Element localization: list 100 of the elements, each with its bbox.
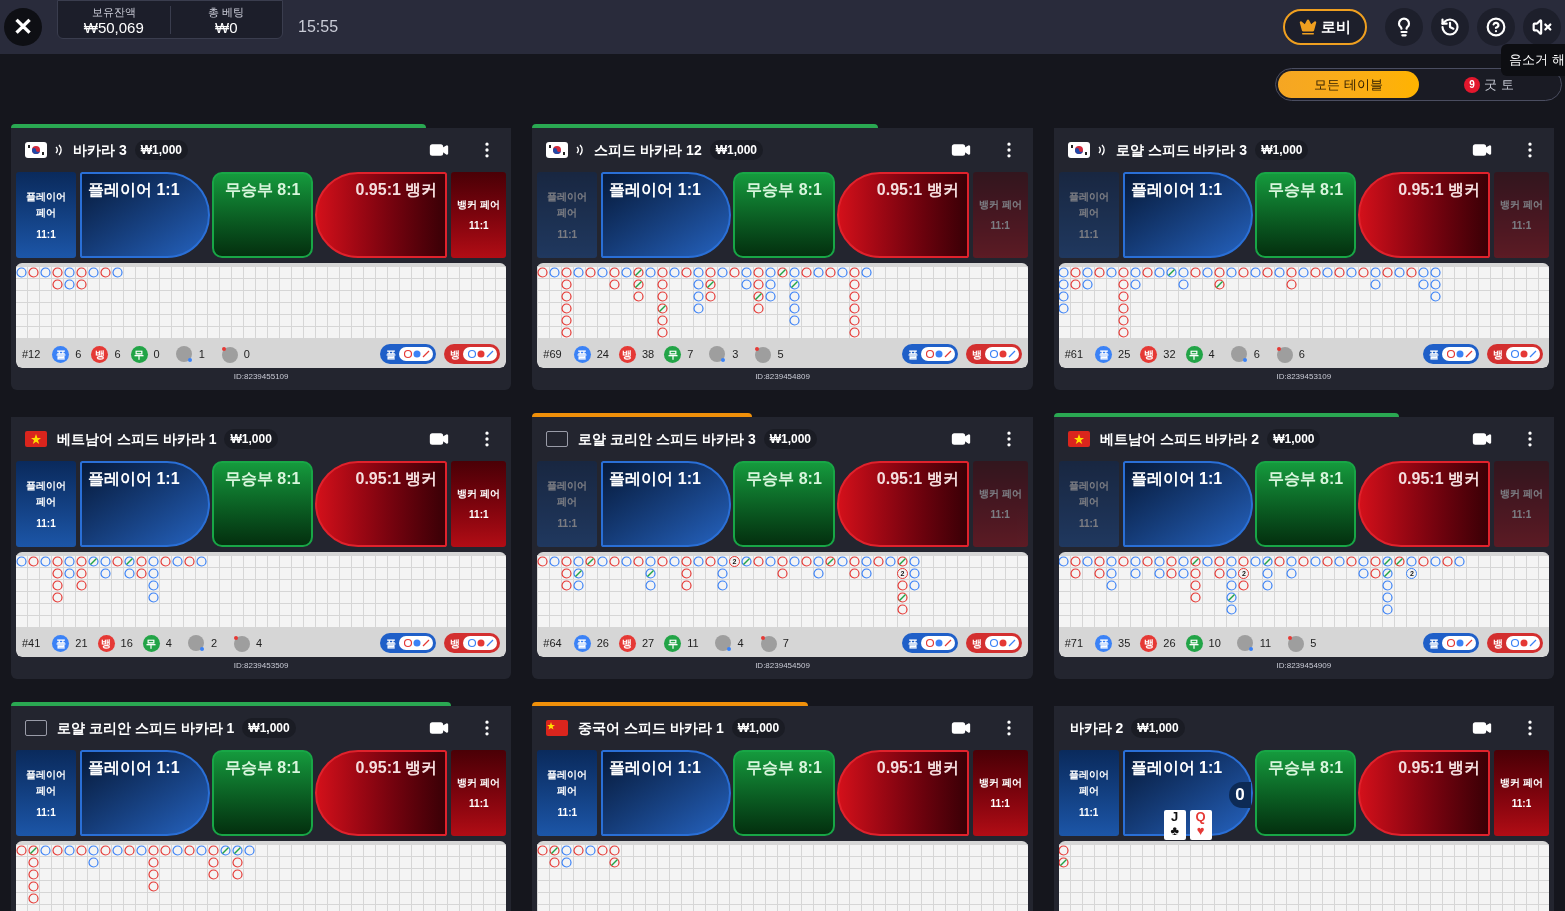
bet-odds: 11:1	[990, 219, 1010, 233]
prediction-icon	[984, 347, 1019, 361]
player-bet[interactable]: 플레이어 1:1	[80, 172, 210, 258]
bet-odds: 11:1	[36, 516, 56, 531]
filter-tab[interactable]: 모든 테이블	[1278, 71, 1419, 98]
bet-label: 뱅커 페어	[457, 776, 501, 790]
banker-pair-count: 6	[1298, 346, 1305, 362]
tie-bet[interactable]: 무승부 8:1	[1254, 750, 1356, 836]
tie-bet[interactable]: 무승부 8:1	[1254, 172, 1356, 258]
predict-button[interactable]: 뱅	[965, 344, 1022, 364]
bet-label: 플레이어 페어	[546, 767, 589, 798]
prediction-icon	[920, 636, 955, 650]
player-bet[interactable]: 플레이어 1:1	[601, 750, 732, 836]
banker-pair-count: 5	[1310, 635, 1317, 651]
banker-bet[interactable]: 0.95:1 뱅커	[315, 172, 448, 258]
bet-label: 뱅커 페어	[978, 487, 1022, 501]
banker-bet[interactable]: 0.95:1 뱅커	[1358, 461, 1490, 547]
predict-button[interactable]: 플	[380, 633, 437, 653]
banker-pair-bet[interactable]: 뱅커 페어 11:1	[972, 750, 1028, 836]
min-bet: ₩1,000	[731, 718, 786, 738]
min-bet: ₩1,000	[763, 429, 818, 449]
prediction-icon	[1442, 347, 1476, 361]
close-button[interactable]: ✕	[4, 8, 42, 46]
player-pair-bet[interactable]: 플레이어 페어 11:1	[16, 750, 76, 836]
predict-button[interactable]: 플	[901, 633, 958, 653]
bet-odds: 11:1	[557, 805, 578, 820]
predict-button[interactable]: 뱅	[1487, 344, 1543, 364]
predict-button[interactable]: 뱅	[1487, 633, 1543, 653]
shoe-number: #69	[543, 346, 562, 362]
tie-bet[interactable]: 무승부 8:1	[733, 172, 835, 258]
tie-bet[interactable]: 무승부 8:1	[1254, 461, 1356, 547]
prediction-icon	[463, 347, 498, 361]
result-badge: 뱅	[618, 345, 636, 363]
banker-count: 16	[120, 635, 133, 651]
prediction-icon	[1506, 636, 1540, 650]
player-pair-bet[interactable]: 플레이어 페어 11:1	[16, 172, 76, 258]
prediction-icon	[399, 347, 434, 361]
player-bet[interactable]: 플레이어 1:1	[80, 461, 210, 547]
table-id: ID:8239453509	[232, 660, 290, 672]
player-bet[interactable]: 플레이어 1:1	[1122, 461, 1253, 547]
prediction-icon	[1506, 347, 1540, 361]
player-count: 25	[1118, 346, 1131, 362]
history-button[interactable]	[1431, 8, 1469, 46]
result-badge: 무	[1185, 634, 1203, 652]
banker-count: 27	[641, 635, 655, 651]
player-pair-icon	[175, 345, 193, 363]
banker-bet[interactable]: 0.95:1 뱅커	[836, 750, 969, 836]
bet-label: 뱅커 페어	[1500, 487, 1543, 501]
banker-pair-bet[interactable]: 뱅커 페어 11:1	[451, 461, 507, 547]
bet-odds: 11:1	[469, 797, 489, 811]
tie-bet[interactable]: 무승부 8:1	[733, 750, 835, 836]
player-pair-bet[interactable]: 플레이어 페어 11:1	[1058, 750, 1119, 836]
tie-bet[interactable]: 무승부 8:1	[733, 461, 835, 547]
banker-bet[interactable]: 0.95:1 뱅커	[1358, 172, 1490, 258]
prediction-icon	[399, 636, 434, 650]
predict-button[interactable]: 플	[1423, 633, 1479, 653]
hint-button[interactable]	[1385, 8, 1423, 46]
predict-button[interactable]: 플	[1423, 344, 1479, 364]
banker-bet[interactable]: 0.95:1 뱅커	[1358, 750, 1490, 836]
bet-odds: 11:1	[1511, 219, 1532, 233]
tooltip: 음소거 해	[1501, 44, 1565, 76]
banker-bet[interactable]: 0.95:1 뱅커	[315, 461, 448, 547]
clock-time: 15:55	[298, 17, 339, 37]
mute-button[interactable]	[1523, 8, 1561, 46]
player-bet[interactable]: 플레이어 1:1	[80, 750, 210, 836]
prediction-icon	[920, 347, 955, 361]
bet-label: 뱅커 페어	[457, 487, 501, 501]
table-title: 중국어 스피드 바카라 1	[578, 718, 724, 738]
banker-pair-bet[interactable]: 뱅커 페어 11:1	[451, 172, 507, 258]
banker-pair-count: 0	[243, 346, 250, 362]
tie-bet[interactable]: 무승부 8:1	[212, 750, 314, 836]
bet-label: 플레이어 페어	[546, 189, 589, 220]
tie-count: 4	[165, 635, 172, 651]
player-bet[interactable]: 플레이어 1:1	[1122, 172, 1253, 258]
player-pair-icon	[1236, 634, 1254, 652]
table-title: 로얄 코리안 스피드 바카라 1	[57, 718, 235, 738]
bet-label: 플레이어 페어	[25, 478, 67, 509]
result-badge: 뱅	[97, 634, 115, 652]
predict-button[interactable]: 플	[380, 344, 437, 364]
predict-button[interactable]: 뱅	[965, 633, 1022, 653]
predict-button[interactable]: 플	[901, 344, 958, 364]
tie-bet[interactable]: 무승부 8:1	[212, 172, 314, 258]
predict-button[interactable]: 뱅	[444, 344, 501, 364]
history-icon	[1440, 17, 1460, 37]
banker-pair-bet[interactable]: 뱅커 페어 11:1	[1494, 750, 1549, 836]
player-bet[interactable]: 플레이어 1:1	[601, 461, 732, 547]
tie-bet[interactable]: 무승부 8:1	[212, 461, 314, 547]
min-bet: ₩1,000	[709, 140, 764, 160]
player-pair-bet[interactable]: 플레이어 페어 11:1	[16, 461, 76, 547]
help-button[interactable]	[1477, 8, 1515, 46]
player-bet[interactable]: 플레이어 1:1	[601, 172, 732, 258]
player-pair-count: 4	[737, 635, 744, 651]
banker-pair-bet[interactable]: 뱅커 페어 11:1	[451, 750, 507, 836]
lobby-button[interactable]: 로비	[1283, 9, 1367, 45]
player-pair-icon	[709, 345, 727, 363]
predict-button[interactable]: 뱅	[444, 633, 501, 653]
banker-bet[interactable]: 0.95:1 뱅커	[836, 461, 969, 547]
banker-bet[interactable]: 0.95:1 뱅커	[836, 172, 969, 258]
banker-bet[interactable]: 0.95:1 뱅커	[315, 750, 448, 836]
player-pair-bet[interactable]: 플레이어 페어 11:1	[537, 750, 598, 836]
